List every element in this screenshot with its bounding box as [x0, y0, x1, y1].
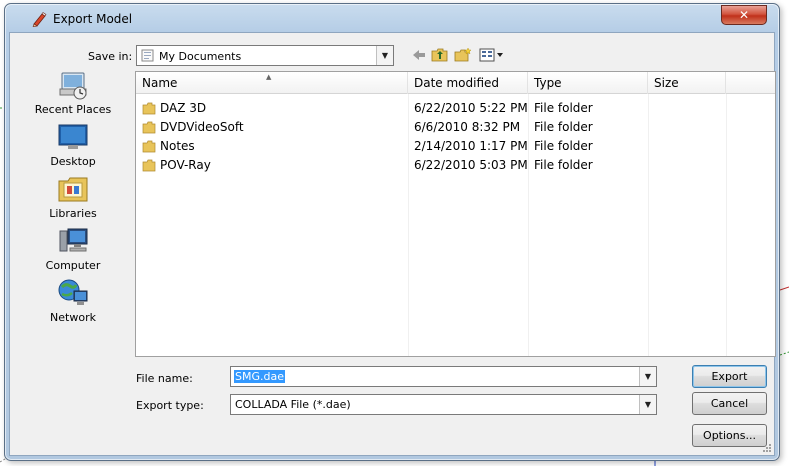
places-bar: Recent Places Desktop Libraries Computer…	[15, 69, 131, 357]
export-type-value: COLLADA File (*.dae)	[235, 398, 351, 411]
place-recent-places[interactable]: Recent Places	[15, 69, 131, 119]
file-name: DVDVideoSoft	[160, 120, 244, 134]
folder-icon	[142, 159, 156, 172]
file-type: File folder	[534, 139, 593, 153]
computer-icon	[59, 228, 88, 252]
folder-icon	[142, 121, 156, 134]
export-button[interactable]: Export	[692, 365, 767, 388]
network-icon	[58, 279, 88, 305]
window-title: Export Model	[53, 12, 133, 26]
recent-places-icon	[59, 72, 87, 100]
table-row[interactable]: DAZ 3D 6/22/2010 5:22 PM File folder	[136, 99, 775, 118]
libraries-icon	[58, 177, 88, 202]
table-row[interactable]: Notes 2/14/2010 1:17 PM File folder	[136, 137, 775, 156]
file-date: 6/22/2010 5:03 PM	[414, 158, 528, 172]
save-in-dropdown[interactable]: My Documents ▼	[136, 45, 394, 66]
column-header-date-modified[interactable]: Date modified	[408, 72, 528, 94]
close-button[interactable]: ✕	[721, 5, 767, 25]
file-name-input[interactable]: SMG.dae ▼	[230, 366, 657, 387]
folder-icon	[142, 102, 156, 115]
file-date: 2/14/2010 1:17 PM	[414, 139, 528, 153]
place-label: Recent Places	[34, 103, 112, 116]
save-in-label: Save in:	[88, 50, 133, 63]
resize-grip-icon[interactable]	[761, 442, 772, 453]
place-computer[interactable]: Computer	[15, 225, 131, 275]
export-model-dialog: Export Model ✕ Save in: My Documents ▼ R…	[4, 3, 780, 461]
sort-ascending-icon: ▲	[266, 73, 272, 81]
export-type-dropdown[interactable]: COLLADA File (*.dae) ▼	[230, 394, 657, 415]
column-header-name[interactable]: Name	[136, 72, 408, 94]
close-icon: ✕	[738, 8, 750, 22]
file-name: POV-Ray	[160, 158, 211, 172]
file-name: DAZ 3D	[160, 101, 207, 115]
file-date: 6/22/2010 5:22 PM	[414, 101, 528, 115]
title-bar[interactable]: Export Model ✕	[5, 4, 779, 32]
place-network[interactable]: Network	[15, 277, 131, 327]
export-type-label: Export type:	[136, 399, 204, 412]
cancel-button[interactable]: Cancel	[692, 392, 767, 415]
chevron-down-icon[interactable]: ▼	[376, 46, 393, 65]
table-row[interactable]: POV-Ray 6/22/2010 5:03 PM File folder	[136, 156, 775, 175]
desktop-icon	[58, 124, 88, 149]
folder-icon	[142, 140, 156, 153]
list-header: Name ▲ Date modified Type Size	[136, 72, 775, 94]
pencil-icon	[32, 12, 47, 27]
table-row[interactable]: DVDVideoSoft 6/6/2010 8:32 PM File folde…	[136, 118, 775, 137]
dialog-client-area: Save in: My Documents ▼ Recent Places De…	[9, 32, 776, 456]
place-libraries[interactable]: Libraries	[15, 173, 131, 223]
chevron-down-icon[interactable]: ▼	[639, 395, 656, 414]
view-menu-icon[interactable]	[479, 47, 505, 63]
place-desktop[interactable]: Desktop	[15, 121, 131, 171]
file-date: 6/6/2010 8:32 PM	[414, 120, 521, 134]
column-header-type[interactable]: Type	[528, 72, 648, 94]
file-type: File folder	[534, 158, 593, 172]
column-header-label: Name	[142, 76, 178, 90]
file-name: Notes	[160, 139, 195, 153]
chevron-down-icon[interactable]: ▼	[639, 367, 656, 386]
file-type: File folder	[534, 120, 593, 134]
file-name-value: SMG.dae	[234, 370, 285, 383]
file-type: File folder	[534, 101, 593, 115]
new-folder-icon[interactable]	[454, 47, 472, 63]
file-name-label: File name:	[136, 372, 193, 385]
options-button[interactable]: Options...	[692, 424, 767, 447]
column-header-label: Type	[534, 76, 562, 90]
column-header-label: Size	[654, 76, 679, 90]
file-list[interactable]: Name ▲ Date modified Type Size DAZ 3D 6/…	[135, 71, 776, 357]
save-in-value: My Documents	[159, 50, 242, 63]
place-label: Desktop	[50, 155, 96, 168]
place-label: Computer	[45, 259, 101, 272]
place-label: Network	[50, 311, 96, 324]
column-header-label: Date modified	[414, 76, 500, 90]
back-arrow-icon[interactable]	[410, 47, 428, 63]
place-label: Libraries	[49, 207, 97, 220]
column-header-size[interactable]: Size	[648, 72, 726, 94]
documents-folder-icon	[141, 49, 154, 62]
up-folder-icon[interactable]	[431, 47, 449, 63]
